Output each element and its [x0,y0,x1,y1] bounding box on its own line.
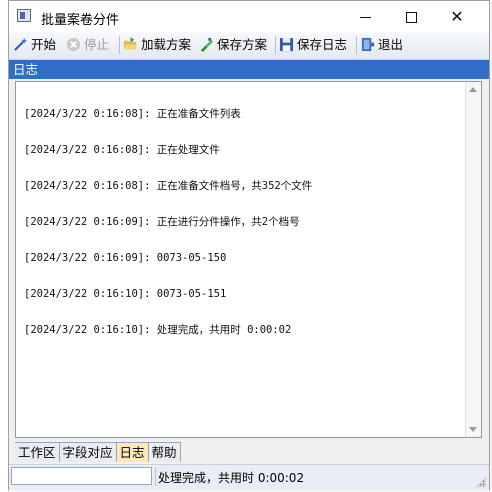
start-button[interactable]: 开始 [13,34,56,56]
load-scheme-button[interactable]: 加载方案 [123,34,191,56]
close-icon: ✕ [450,7,464,26]
tab-help[interactable]: 帮助 [148,443,181,462]
log-line: [2024/3/22 0:16:08]: 正在准备文件档号，共352个文件 [24,180,313,192]
status-text: 处理完成，共用时 0:00:02 [158,471,305,485]
toolbar-separator [356,36,357,54]
save-log-label: 保存日志 [297,37,348,52]
log-line: [2024/3/22 0:16:10]: 处理完成，共用时 0:00:02 [24,324,292,336]
scroll-down-arrow-icon[interactable] [469,427,477,432]
minimize-icon [359,17,371,18]
scroll-up-arrow-icon[interactable] [469,87,477,92]
minimize-button[interactable] [342,1,388,32]
toolbar-separator [119,36,120,54]
save-scheme-button[interactable]: 保存方案 [199,34,267,56]
folder-open-icon [123,37,138,50]
exit-door-icon [361,37,375,52]
log-pane-header: 日志 [9,60,489,79]
exit-button[interactable]: 退出 [360,34,403,56]
status-divider [155,467,156,486]
save-log-button[interactable]: 保存日志 [279,34,347,56]
app-window: 批量案卷分件 ✕ 开始 停止 加载方案 保存方案 保存日志 退出 日志 [202… [8,0,490,490]
maximize-icon [405,12,417,23]
tab-log[interactable]: 日志 [116,443,149,462]
status-bar: 处理完成，共用时 0:00:02 [9,464,489,490]
log-text: [2024/3/22 0:16:08]: 正在准备文件列表 [2024/3/22… [24,84,464,360]
start-label: 开始 [31,37,57,52]
tab-workspace[interactable]: 工作区 [15,443,60,462]
tab-strip: 工作区 字段对应 日志 帮助 [15,442,181,462]
log-line: [2024/3/22 0:16:09]: 0073-05-150 [24,252,227,264]
exit-label: 退出 [378,37,404,52]
log-line: [2024/3/22 0:16:08]: 正在处理文件 [24,144,220,156]
toolbar: 开始 停止 加载方案 保存方案 保存日志 退出 [9,32,489,60]
status-input[interactable] [11,467,152,485]
stop-button[interactable]: 停止 [66,34,109,56]
log-line: [2024/3/22 0:16:09]: 正在进行分件操作，共2个档号 [24,216,300,228]
load-scheme-label: 加载方案 [141,37,192,52]
bottom-tab-bar: 工作区 字段对应 日志 帮助 [9,440,489,462]
app-icon [17,9,31,22]
toolbar-separator [275,36,276,54]
title-bar[interactable]: 批量案卷分件 ✕ [9,1,489,32]
log-line: [2024/3/22 0:16:10]: 0073-05-151 [24,288,227,300]
maximize-button[interactable] [388,1,434,32]
stop-label: 停止 [84,37,110,52]
save-scheme-icon [200,37,214,52]
stop-icon [66,37,81,52]
log-textbox[interactable]: [2024/3/22 0:16:08]: 正在准备文件列表 [2024/3/22… [15,81,482,438]
window-title: 批量案卷分件 [41,13,120,28]
wand-icon [14,37,28,51]
tab-field-mapping[interactable]: 字段对应 [59,443,117,462]
log-line: [2024/3/22 0:16:08]: 正在准备文件列表 [24,108,241,120]
floppy-disk-icon [279,37,294,52]
save-scheme-label: 保存方案 [217,37,268,52]
close-button[interactable]: ✕ [434,1,480,32]
resize-grip-icon[interactable] [476,477,486,487]
vertical-scrollbar[interactable] [465,82,481,437]
